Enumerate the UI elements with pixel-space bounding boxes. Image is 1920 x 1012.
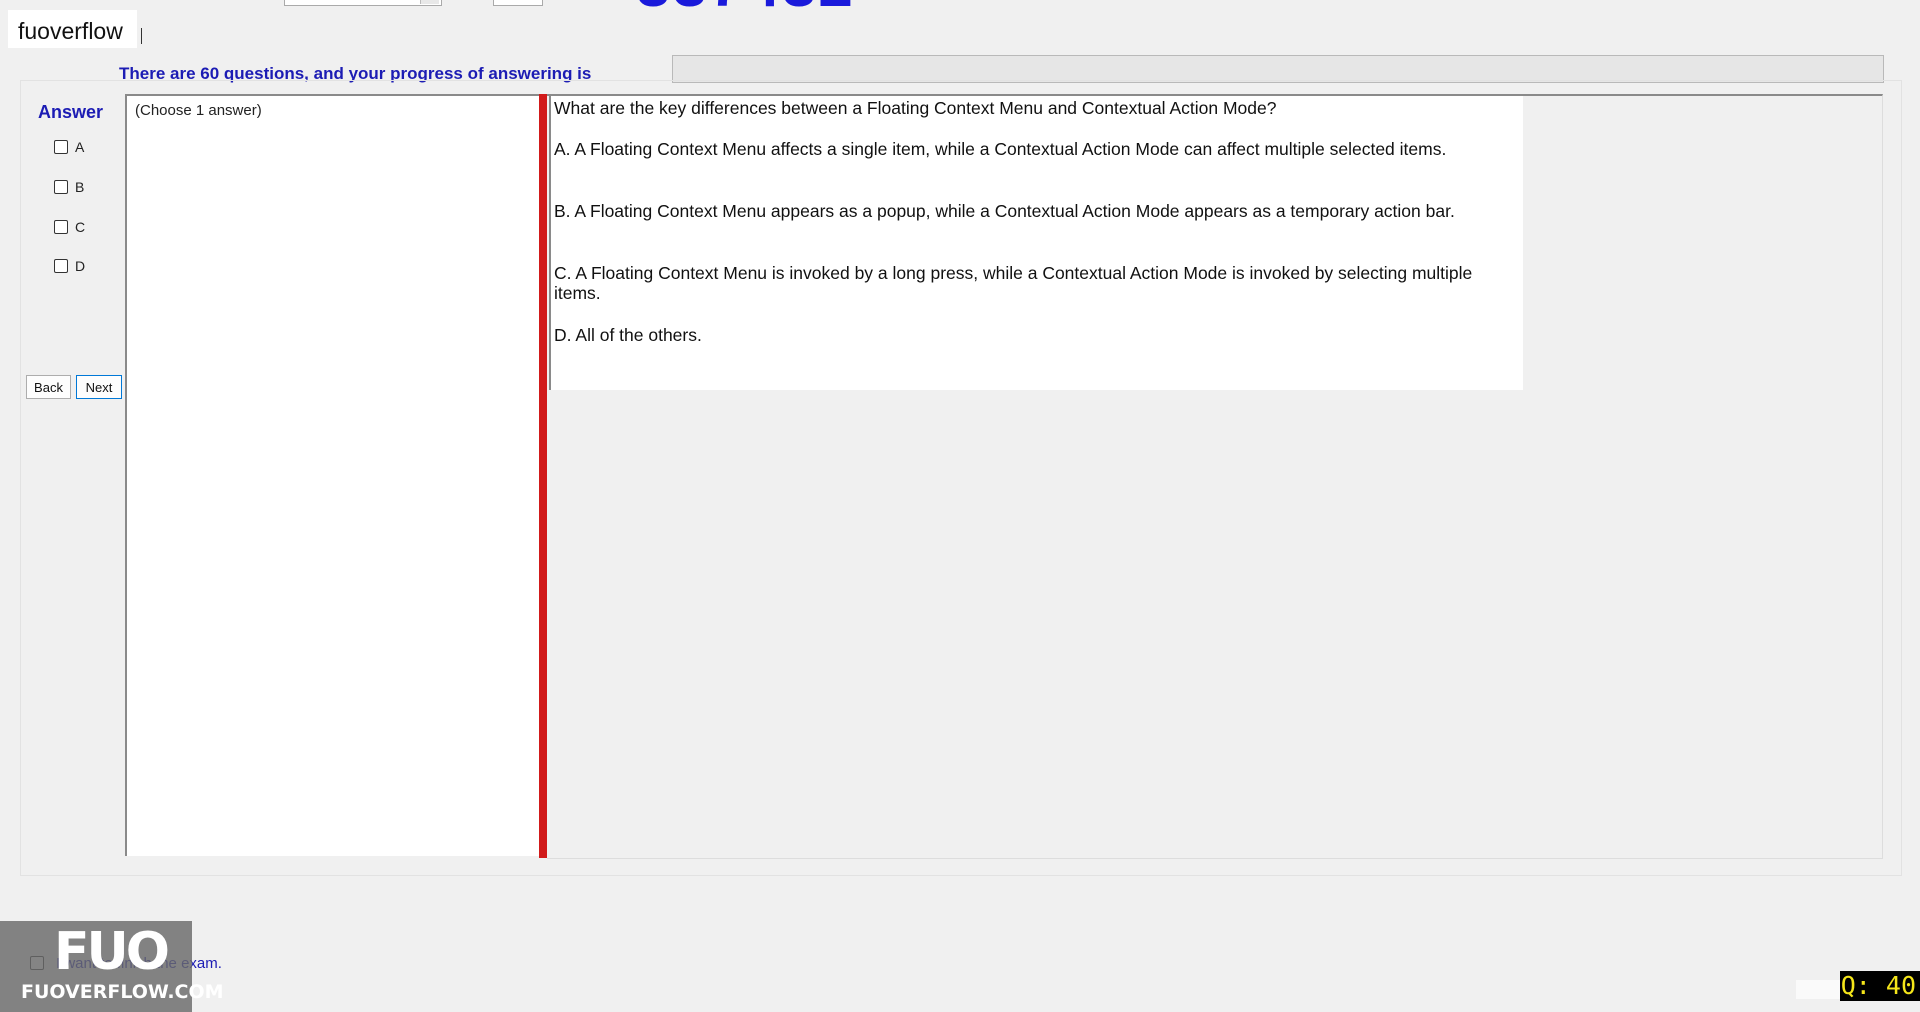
question-option-b: B. A Floating Context Menu appears as a …: [554, 201, 1455, 221]
watermark-site: FUOVERFLOW.COM: [21, 981, 224, 1003]
answer-option-c[interactable]: C: [54, 217, 85, 237]
question-counter: Q: 40: [1840, 971, 1920, 1001]
answer-option-label: B: [75, 179, 85, 195]
question-text: What are the key differences between a F…: [554, 98, 1277, 118]
checkbox-a[interactable]: [54, 140, 68, 154]
question-option-a: A. A Floating Context Menu affects a sin…: [554, 139, 1447, 159]
question-option-c: C. A Floating Context Menu is invoked by…: [554, 263, 1473, 303]
text-caret: [141, 28, 142, 44]
progress-bar: [672, 55, 1884, 83]
choose-note: (Choose 1 answer): [135, 102, 262, 119]
checkbox-d[interactable]: [54, 259, 68, 273]
checkbox-b[interactable]: [54, 180, 68, 194]
panel-divider[interactable]: [539, 94, 547, 858]
back-button[interactable]: Back: [26, 375, 71, 399]
question-option-d: D. All of the others.: [554, 325, 702, 345]
answer-option-a[interactable]: A: [54, 137, 84, 157]
counter-backdrop: [1796, 980, 1840, 999]
exam-code: 337432: [636, 0, 855, 17]
answer-option-label: D: [75, 258, 86, 274]
logo: fuoverflow: [8, 10, 137, 48]
chevron-down-icon[interactable]: [420, 0, 439, 4]
answer-option-label: A: [75, 139, 85, 155]
answer-option-b[interactable]: B: [54, 177, 84, 197]
checkbox-c[interactable]: [54, 220, 68, 234]
answer-option-d[interactable]: D: [54, 256, 85, 276]
answer-option-label: C: [75, 219, 86, 235]
top-combo-box[interactable]: [284, 0, 442, 6]
watermark-logo: FUO: [54, 922, 170, 982]
top-small-field[interactable]: [493, 0, 543, 6]
left-panel: [125, 94, 541, 856]
next-button[interactable]: Next: [76, 375, 122, 399]
answer-title: Answer: [38, 102, 104, 122]
